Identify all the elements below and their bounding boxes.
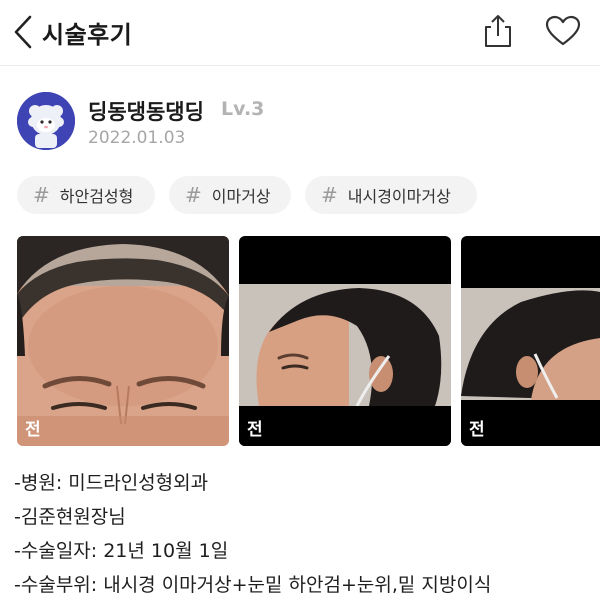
before-photo-profile[interactable]: 전 (461, 236, 600, 446)
detail-hospital: -병원: 미드라인성형외과 (14, 472, 209, 494)
avatar[interactable] (17, 92, 75, 150)
heart-icon (545, 15, 581, 46)
post-date: 2022.01.03 (88, 128, 186, 148)
tag-chip[interactable]: # 하안검성형 (17, 176, 155, 214)
tag-label: 내시경이마거상 (347, 187, 451, 206)
hash-icon: # (321, 183, 338, 207)
share-button[interactable] (478, 10, 518, 52)
tag-label: 하안검성형 (59, 187, 134, 206)
before-photo-side[interactable]: 전 (239, 236, 451, 446)
author-level-badge: Lv.3 (221, 98, 265, 120)
share-icon (485, 15, 511, 47)
chevron-left-icon (14, 15, 32, 49)
cartoon-sheep-avatar (17, 92, 75, 150)
face-photo-front (17, 236, 229, 446)
photo-label-before: 전 (247, 420, 263, 440)
detail-doctor: -김준현원장님 (14, 506, 126, 528)
hash-icon: # (33, 183, 50, 207)
face-photo-side (239, 236, 451, 446)
tag-chip[interactable]: # 내시경이마거상 (305, 176, 477, 214)
detail-surgery-date: -수술일자: 21년 10월 1일 (14, 540, 229, 562)
before-photo-front[interactable]: 전 (17, 236, 229, 446)
page-title: 시술후기 (42, 21, 133, 49)
photo-label-before: 전 (25, 420, 41, 440)
author-name[interactable]: 딩동댕동댕딩 (88, 96, 204, 126)
hash-icon: # (185, 183, 202, 207)
back-button[interactable] (6, 12, 40, 52)
tag-label: 이마거상 (211, 187, 271, 206)
like-button[interactable] (540, 10, 586, 52)
tag-chip[interactable]: # 이마거상 (169, 176, 291, 214)
detail-surgery-area: -수술부위: 내시경 이마거상+눈밑 하안검+눈위,밑 지방이식 (14, 574, 492, 596)
app-header: 시술후기 (0, 0, 600, 66)
photo-label-before: 전 (469, 420, 485, 440)
